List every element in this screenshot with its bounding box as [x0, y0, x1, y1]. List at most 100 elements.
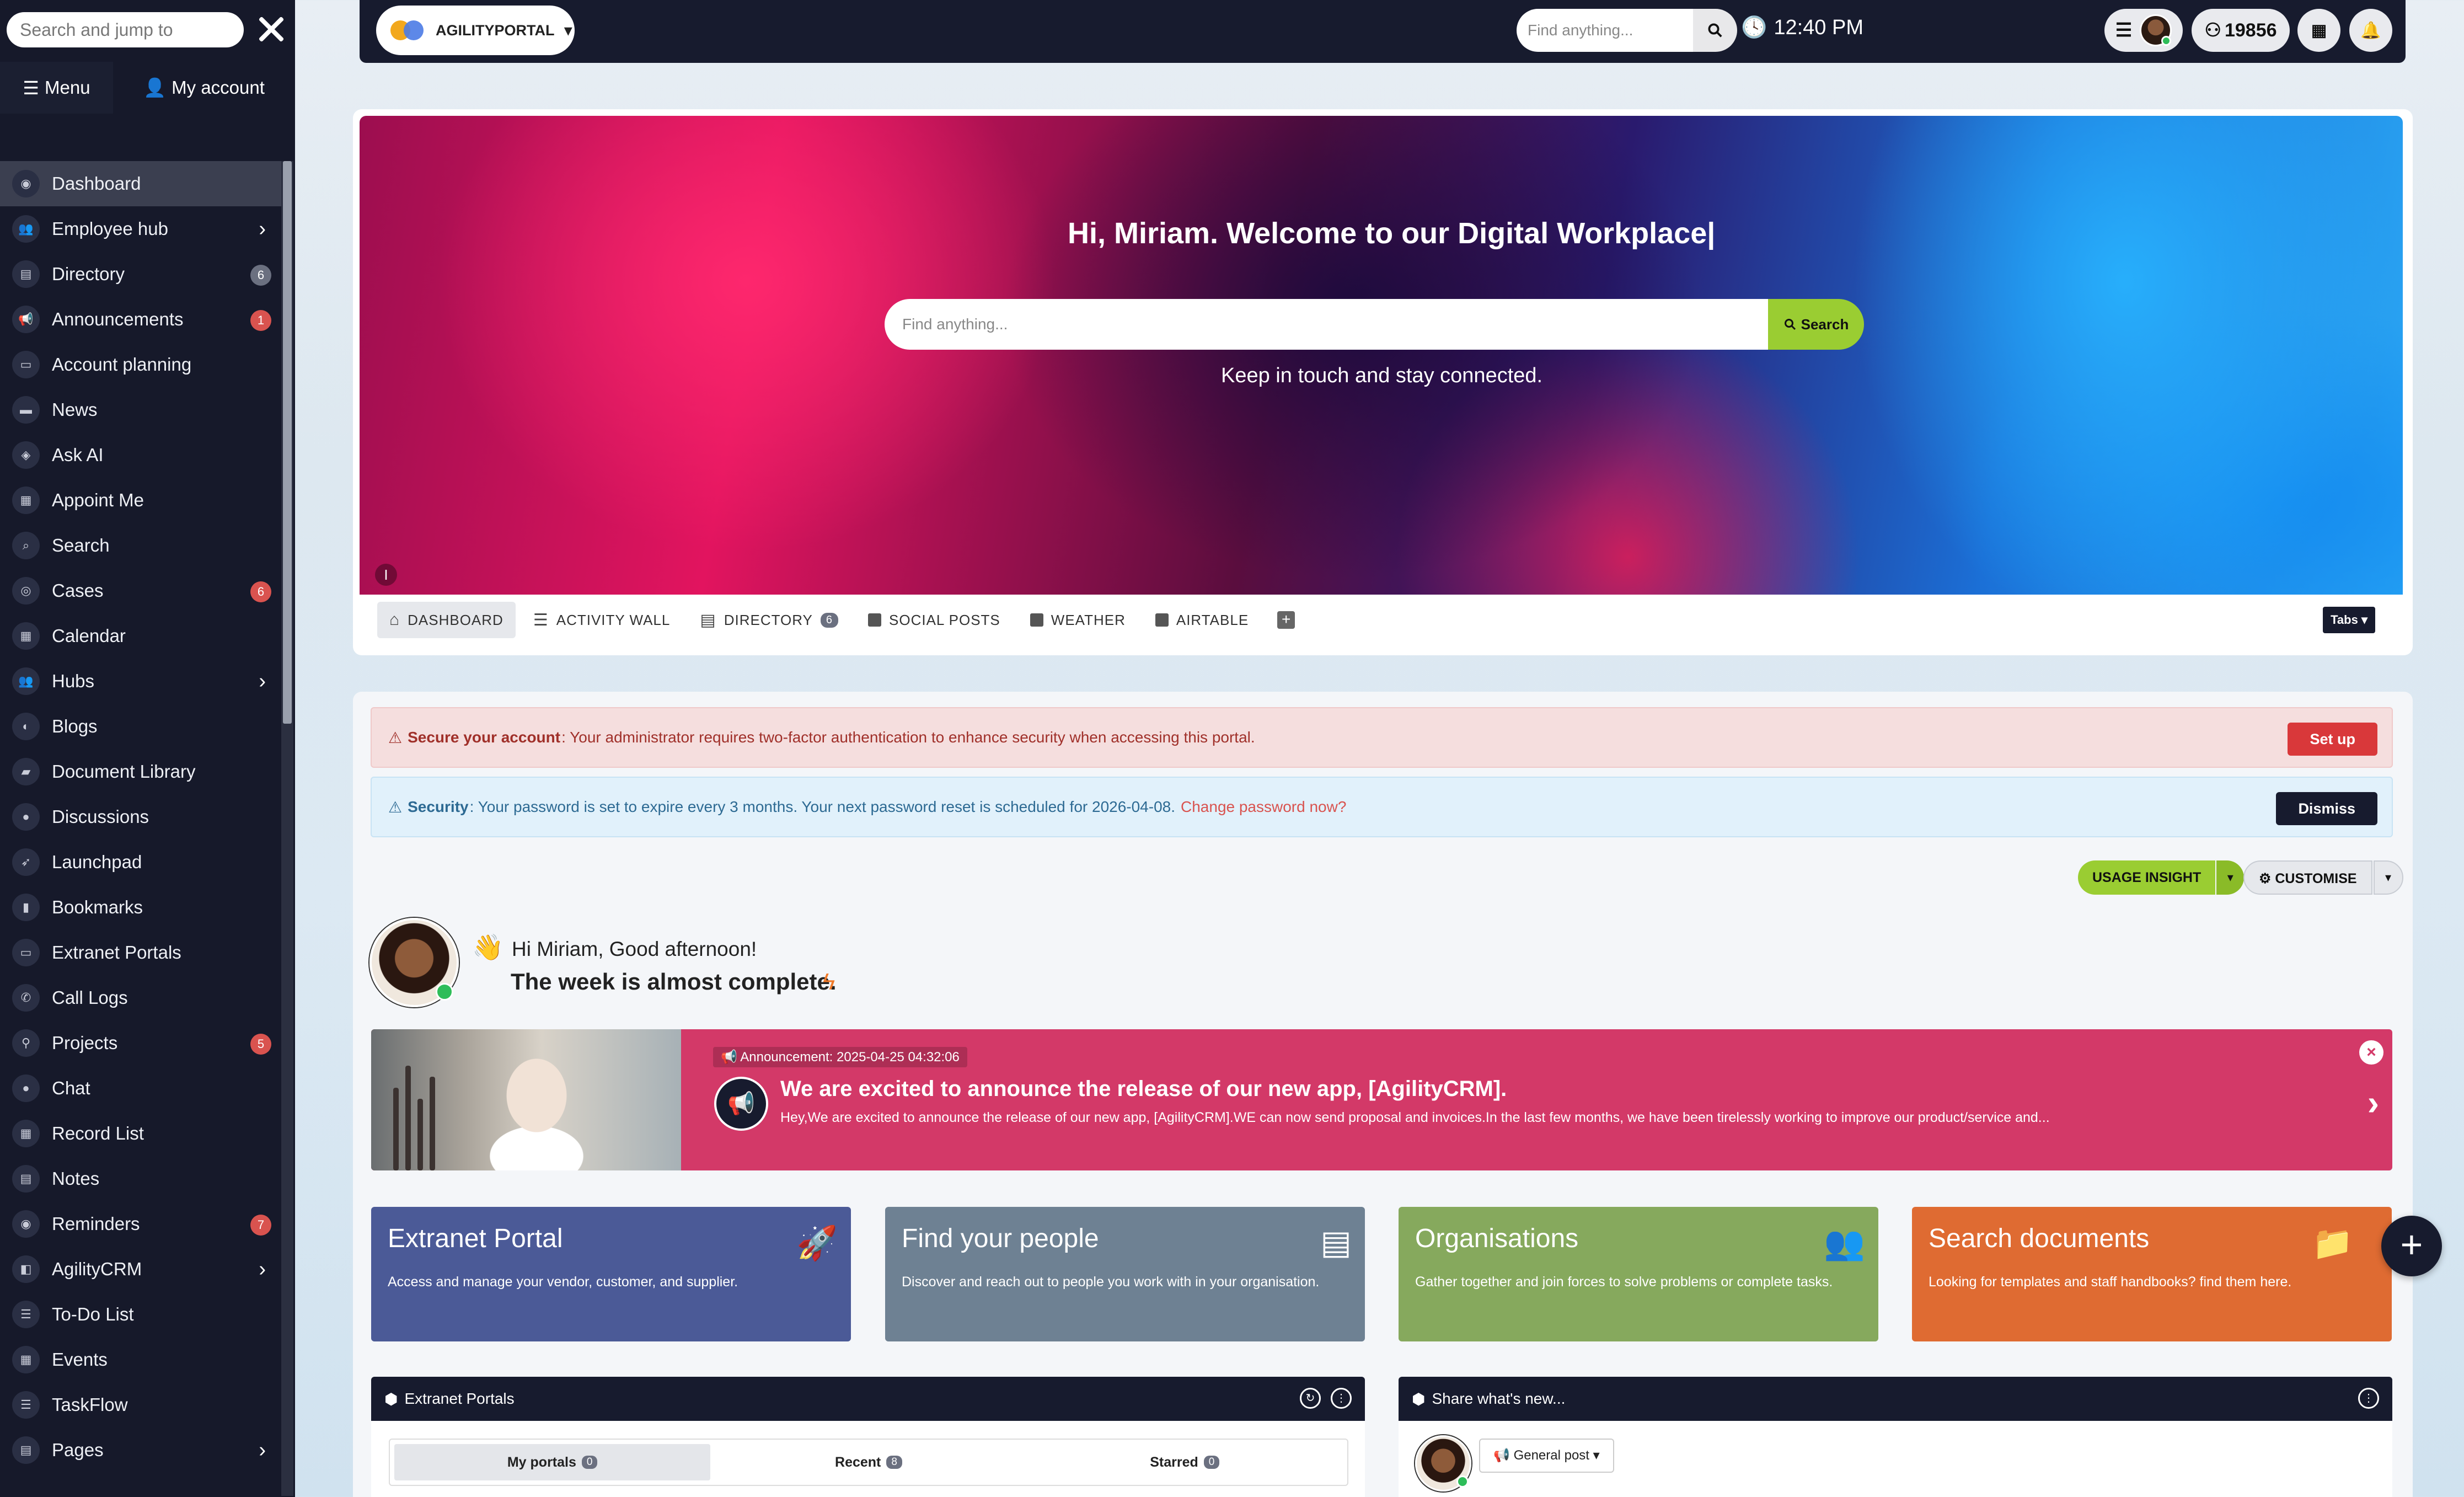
sidebar-item-label: Account planning: [52, 354, 192, 375]
tab-weather[interactable]: WEATHER: [1018, 602, 1138, 638]
tab-activity-wall[interactable]: ☰ ACTIVITY WALL: [521, 602, 683, 638]
add-tab-icon[interactable]: +: [1277, 611, 1295, 629]
count-badge: 7: [250, 1215, 271, 1236]
hero-search-input[interactable]: Find anything...: [885, 299, 1769, 350]
scrollbar-thumb[interactable]: [283, 161, 292, 724]
sidebar-item-appoint-me[interactable]: ▦ Appoint Me: [0, 478, 281, 523]
chevron-right-icon[interactable]: ›: [259, 671, 266, 692]
top-search-input[interactable]: Find anything...: [1517, 9, 1693, 52]
sidebar-item-launchpad[interactable]: ➶ Launchpad: [0, 840, 281, 885]
sidebar-scrollbar[interactable]: [281, 161, 293, 1496]
avatar[interactable]: [369, 918, 459, 1007]
usage-insight-caret[interactable]: ▾: [2216, 860, 2245, 895]
sidebar-item-employee-hub[interactable]: 👥 Employee hub ›: [0, 206, 281, 252]
tab-label: My portals: [507, 1454, 576, 1470]
sidebar-item-blogs[interactable]: ◐ Blogs: [0, 704, 281, 749]
note-icon: ▤: [12, 1165, 40, 1193]
tab-label: SOCIAL POSTS: [889, 611, 1000, 628]
sidebar-item-label: Employee hub: [52, 218, 168, 239]
customise-button[interactable]: ⚙ CUSTOMISE: [2243, 860, 2372, 895]
setup-button[interactable]: Set up: [2288, 723, 2377, 756]
tab-airtable[interactable]: AIRTABLE: [1143, 602, 1261, 638]
sidebar-item-agilitycrm[interactable]: ◧ AgilityCRM ›: [0, 1247, 281, 1292]
tab-my-portals[interactable]: My portals 0: [394, 1444, 711, 1480]
sidebar-item-calendar[interactable]: ▦ Calendar: [0, 613, 281, 659]
sidebar-item-pages[interactable]: ▤ Pages ›: [0, 1428, 281, 1473]
sidebar-item-search[interactable]: ⌕ Search: [0, 523, 281, 568]
tab-menu[interactable]: ☰ Menu: [0, 62, 113, 114]
chevron-right-icon[interactable]: ›: [2367, 1082, 2379, 1123]
tab-my-account[interactable]: 👤 My account: [113, 62, 295, 114]
refresh-icon[interactable]: ↻: [1300, 1388, 1321, 1409]
sidebar-item-cases[interactable]: ◎ Cases 6: [0, 568, 281, 613]
sidebar-item-hubs[interactable]: 👥 Hubs ›: [0, 659, 281, 704]
tab-dashboard[interactable]: ⌂ DASHBOARD: [377, 602, 516, 638]
more-icon[interactable]: ⋮: [2358, 1388, 2379, 1409]
tab-recent[interactable]: Recent 8: [710, 1444, 1026, 1480]
sidebar-item-account-planning[interactable]: ▭ Account planning: [0, 342, 281, 387]
sidebar-item-discussions[interactable]: ● Discussions: [0, 794, 281, 840]
close-icon[interactable]: ×: [2359, 1040, 2383, 1065]
avatar: [2140, 14, 2172, 46]
megaphone-icon: 📢: [714, 1077, 768, 1131]
portal-switcher[interactable]: AGILITYPORTAL ▾: [376, 6, 575, 55]
sidebar-item-projects[interactable]: ⚲ Projects 5: [0, 1020, 281, 1066]
tile-desc: Access and manage your vendor, customer,…: [388, 1274, 738, 1290]
points-button[interactable]: ⚇ 19856: [2192, 9, 2290, 52]
sidebar-item-news[interactable]: ▬ News: [0, 387, 281, 432]
brush-shape: [393, 1088, 399, 1170]
notifications-button[interactable]: 🔔: [2349, 9, 2392, 52]
tile-search-documents[interactable]: Search documents Looking for templates a…: [1912, 1207, 2392, 1341]
sidebar-item-record-list[interactable]: ▦ Record List: [0, 1111, 281, 1156]
chevron-right-icon[interactable]: ›: [259, 218, 266, 239]
sidebar-item-events[interactable]: ▦ Events: [0, 1337, 281, 1382]
announcement-date: Announcement: 2025-04-25 04:32:06: [740, 1050, 960, 1065]
close-icon[interactable]: [253, 11, 289, 47]
top-search-button[interactable]: [1693, 9, 1737, 52]
avatar: [1415, 1435, 1471, 1491]
usage-insight-button[interactable]: USAGE INSIGHT: [2078, 860, 2216, 895]
tab-social-posts[interactable]: SOCIAL POSTS: [856, 602, 1013, 638]
event-icon: ▦: [12, 1346, 40, 1373]
profile-menu-button[interactable]: ☰: [2104, 9, 2183, 52]
more-icon[interactable]: ⋮: [1331, 1388, 1352, 1409]
tile-extranet-portal[interactable]: Extranet Portal Access and manage your v…: [371, 1207, 851, 1341]
tab-label: Starred: [1150, 1454, 1198, 1470]
sidebar-item-reminders[interactable]: ◉ Reminders 7: [0, 1201, 281, 1247]
sidebar-item-chat[interactable]: ● Chat: [0, 1066, 281, 1111]
post-type-dropdown[interactable]: 📢 General post ▾: [1479, 1439, 1614, 1473]
chevron-right-icon[interactable]: ›: [259, 1259, 266, 1280]
sidebar-item-call-logs[interactable]: ✆ Call Logs: [0, 975, 281, 1020]
tile-find-your-people[interactable]: Find your people Discover and reach out …: [885, 1207, 1365, 1341]
clock-icon: 🕓: [1741, 16, 1767, 39]
sidebar-item-to-do-list[interactable]: ☰ To-Do List: [0, 1292, 281, 1337]
sidebar-item-label: Extranet Portals: [52, 942, 181, 963]
dismiss-button[interactable]: Dismiss: [2276, 792, 2377, 825]
customise-caret[interactable]: ▾: [2373, 860, 2403, 895]
tabs-dropdown[interactable]: Tabs ▾: [2323, 607, 2375, 633]
sidebar-item-label: Announcements: [52, 309, 184, 329]
count-badge: 6: [250, 581, 271, 602]
sidebar-item-bookmarks[interactable]: ▮ Bookmarks: [0, 885, 281, 930]
sidebar-search-input[interactable]: Search and jump to: [7, 12, 244, 47]
calendar-button[interactable]: ▦: [2297, 9, 2340, 52]
sidebar-item-notes[interactable]: ▤ Notes: [0, 1156, 281, 1201]
chevron-right-icon[interactable]: ›: [259, 1440, 266, 1461]
hero-info-button[interactable]: I: [375, 564, 397, 586]
sidebar-item-ask-ai[interactable]: ◈ Ask AI: [0, 432, 281, 478]
tab-starred[interactable]: Starred 0: [1027, 1444, 1343, 1480]
sidebar-item-directory[interactable]: ▤ Directory 6: [0, 252, 281, 297]
sidebar-item-label: Hubs: [52, 671, 95, 691]
search-icon: [1708, 23, 1722, 38]
hero-search-button[interactable]: Search: [1768, 299, 1864, 350]
sidebar-item-announcements[interactable]: 📢 Announcements 1: [0, 297, 281, 342]
sidebar-item-document-library[interactable]: ▰ Document Library: [0, 749, 281, 794]
sidebar-item-taskflow[interactable]: ☰ TaskFlow: [0, 1382, 281, 1428]
announcement-banner[interactable]: 📢 Announcement: 2025-04-25 04:32:06 📢 We…: [371, 1029, 2392, 1170]
tile-organisations[interactable]: Organisations Gather together and join f…: [1399, 1207, 1878, 1341]
change-password-link[interactable]: Change password now?: [1181, 798, 1346, 816]
tab-directory[interactable]: ▤ DIRECTORY 6: [688, 602, 850, 638]
add-button[interactable]: +: [2381, 1216, 2442, 1276]
sidebar-item-dashboard[interactable]: ◉ Dashboard: [0, 161, 281, 206]
sidebar-item-extranet-portals[interactable]: ▭ Extranet Portals: [0, 930, 281, 975]
